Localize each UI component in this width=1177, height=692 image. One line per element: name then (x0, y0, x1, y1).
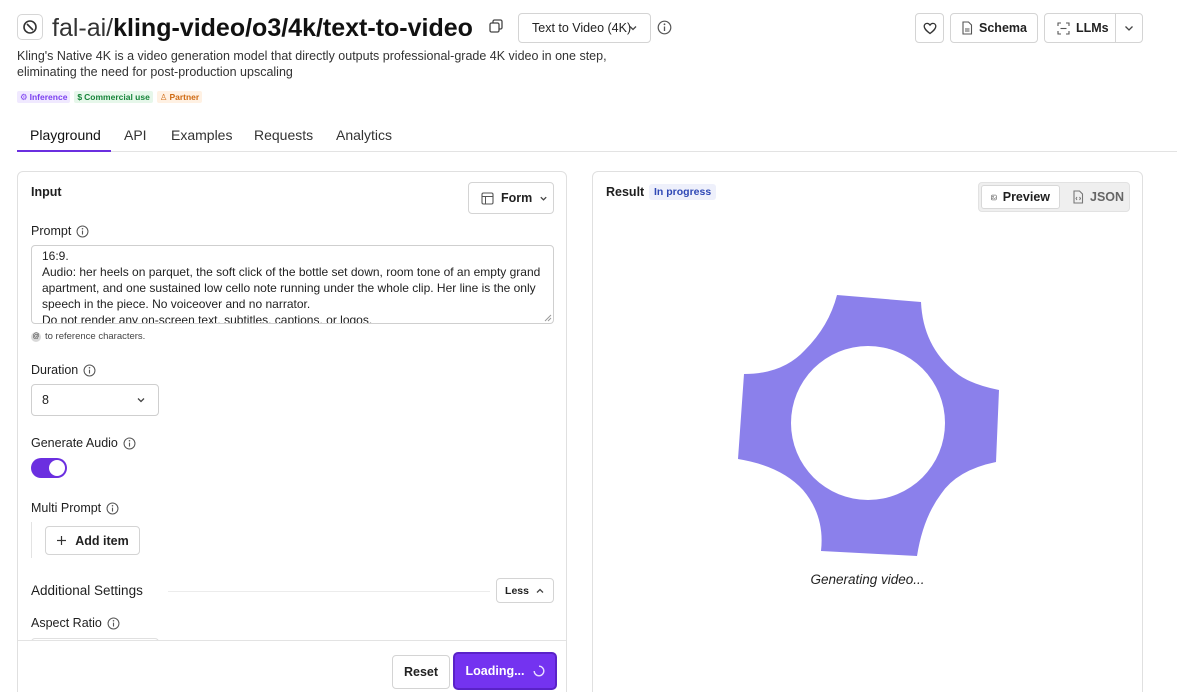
model-description: Kling's Native 4K is a video generation … (17, 49, 607, 79)
info-icon[interactable] (106, 502, 119, 515)
mode-select[interactable]: Text to Video (4K) (518, 13, 651, 43)
generate-audio-label-row: Generate Audio (31, 436, 136, 450)
llms-button[interactable]: LLMs (1044, 13, 1143, 43)
chevron-down-icon (1125, 26, 1133, 31)
prompt-label-row: Prompt (31, 224, 89, 238)
active-tab-indicator (17, 150, 111, 152)
heart-icon (923, 22, 936, 34)
info-icon[interactable] (657, 20, 672, 35)
multi-prompt-label: Multi Prompt (31, 501, 102, 515)
json-tab[interactable]: JSON (1063, 185, 1133, 209)
tab-playground[interactable]: Playground (30, 127, 101, 143)
multi-prompt-label-row: Multi Prompt (31, 501, 119, 515)
divider (168, 591, 490, 592)
json-label: JSON (1090, 190, 1125, 204)
spinner-icon (533, 665, 544, 677)
generate-audio-toggle[interactable] (31, 458, 67, 478)
prompt-line: Audio: her heels on parquet, the soft cl… (42, 265, 541, 311)
less-label: Less (505, 584, 529, 597)
status-badge: In progress (649, 184, 717, 200)
prompt-label: Prompt (31, 224, 72, 238)
generating-text: Generating video... (810, 572, 925, 587)
partner-icon: ♙ (159, 92, 168, 102)
image-icon (991, 194, 997, 200)
chevron-down-icon (137, 398, 145, 403)
reference-hint-text: to reference characters. (45, 331, 146, 342)
multi-prompt-list (31, 522, 45, 558)
input-panel: Input Form Prompt 16:9. Audio: her heels… (17, 171, 567, 692)
add-item-button[interactable]: Add item (45, 526, 140, 555)
resize-handle-icon[interactable] (544, 314, 552, 322)
info-icon[interactable] (83, 364, 96, 377)
dollar-icon: $ (77, 92, 83, 102)
result-panel: Result In progress Preview JSON Generati… (592, 171, 1143, 692)
reset-button[interactable]: Reset (392, 655, 450, 689)
form-label: Form (501, 191, 533, 205)
schema-label: Schema (979, 21, 1027, 35)
add-item-label: Add item (75, 533, 129, 548)
model-path: kling-video/o3/4k/text-to-video (113, 14, 473, 42)
generate-audio-label: Generate Audio (31, 436, 118, 450)
chevron-down-icon (629, 26, 637, 31)
plus-icon (57, 536, 67, 545)
duration-label: Duration (31, 363, 79, 377)
generating-shape-icon (738, 295, 999, 556)
reference-hint: @ to reference characters. (31, 331, 145, 342)
preview-tab[interactable]: Preview (981, 185, 1060, 209)
llms-dropdown-button[interactable] (1116, 22, 1142, 34)
gear-icon: ⚙ (20, 92, 28, 102)
info-icon[interactable] (107, 617, 120, 630)
duration-label-row: Duration (31, 363, 96, 377)
toggle-knob (49, 460, 65, 476)
page-title: fal-ai/kling-video/o3/4k/text-to-video (52, 12, 473, 44)
schema-button[interactable]: Schema (950, 13, 1038, 43)
info-icon[interactable] (76, 225, 89, 238)
llms-label: LLMs (1076, 21, 1109, 35)
chevron-down-icon (540, 196, 547, 201)
run-button[interactable]: Loading... (453, 652, 557, 690)
tab-analytics[interactable]: Analytics (336, 127, 392, 143)
run-button-label: Loading... (465, 664, 525, 678)
badge-inference: ⚙ Inference (17, 91, 71, 103)
tab-bar: Playground API Examples Requests Analyti… (17, 124, 1177, 152)
tab-requests[interactable]: Requests (254, 127, 313, 143)
fal-logo (17, 14, 43, 40)
less-button[interactable]: Less (496, 578, 554, 603)
badge-partner: ♙ Partner (156, 91, 203, 103)
tab-examples[interactable]: Examples (171, 127, 232, 143)
view-toggle: Preview JSON (978, 182, 1130, 212)
result-title: Result (606, 185, 645, 199)
aspect-ratio-label-row: Aspect Ratio (31, 616, 120, 630)
fal-logo-icon (23, 20, 37, 34)
layout-icon (481, 191, 494, 205)
input-title: Input (31, 185, 62, 199)
prompt-line: 16:9. (42, 249, 69, 263)
input-footer: Reset Loading... (18, 640, 566, 692)
additional-settings-heading: Additional Settings (31, 583, 143, 598)
prompt-textarea[interactable]: 16:9. Audio: her heels on parquet, the s… (31, 245, 554, 324)
duration-value: 8 (42, 393, 49, 407)
code-file-icon (1073, 190, 1084, 204)
chevron-up-icon (536, 588, 544, 593)
file-icon (962, 21, 973, 35)
form-view-select[interactable]: Form (468, 182, 554, 214)
badge-row: ⚙ Inference $ Commercial use ♙ Partner (17, 91, 203, 103)
mode-select-value: Text to Video (4K) (532, 21, 632, 35)
at-icon: @ (31, 331, 41, 342)
favorite-button[interactable] (915, 13, 944, 43)
tab-api[interactable]: API (124, 127, 147, 143)
info-icon[interactable] (123, 437, 136, 450)
badge-commercial-use: $ Commercial use (74, 91, 153, 103)
copy-icon[interactable] (489, 19, 505, 35)
duration-select[interactable]: 8 (31, 384, 159, 416)
namespace: fal-ai/ (52, 14, 114, 42)
aspect-ratio-label: Aspect Ratio (31, 616, 102, 630)
prompt-line: Do not render any on-screen text, subtit… (42, 313, 373, 324)
preview-label: Preview (1002, 190, 1050, 204)
scan-icon (1057, 21, 1070, 35)
